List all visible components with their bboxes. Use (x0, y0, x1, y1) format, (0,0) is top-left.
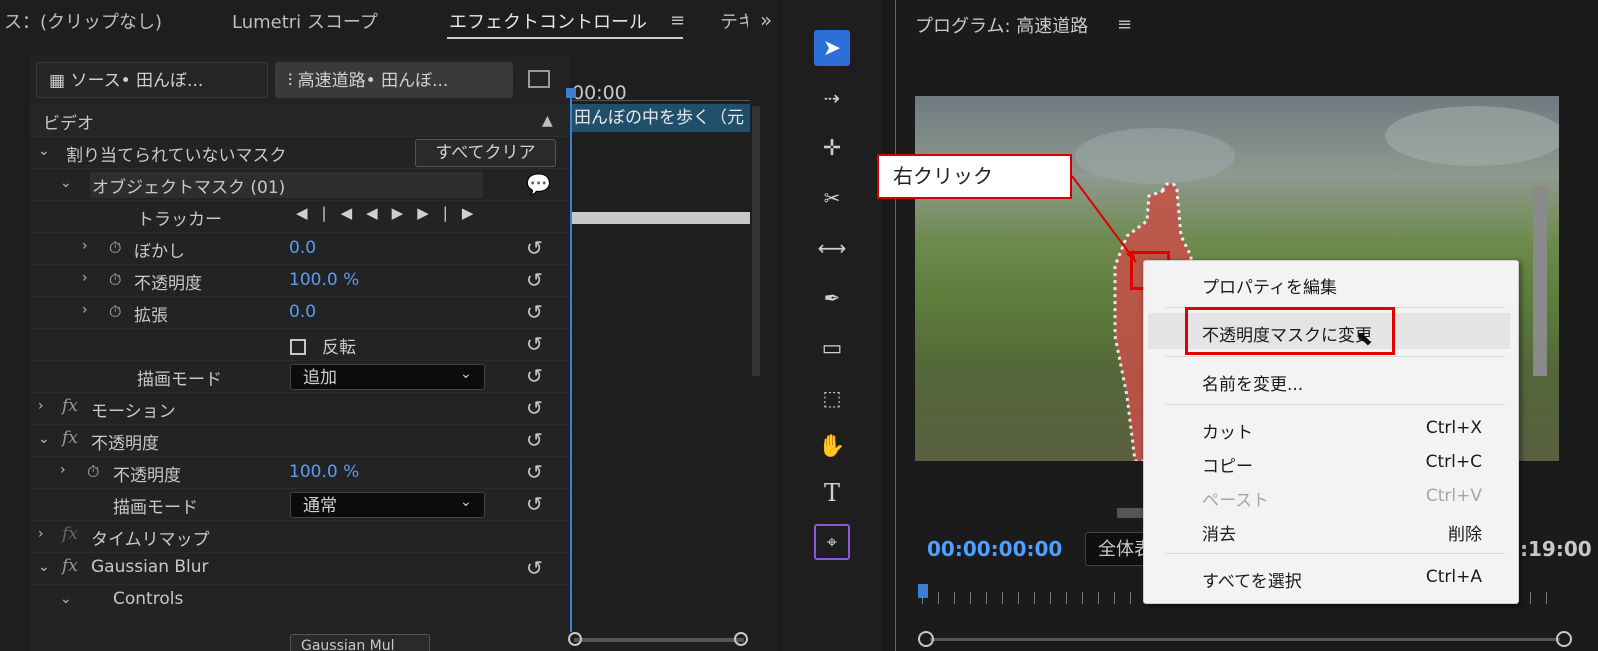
shortcut-select-all: Ctrl+A (1425, 567, 1482, 587)
shortcut-clear: 削除 (1448, 525, 1482, 545)
shortcut-paste: Ctrl+V (1425, 486, 1482, 506)
shortcut-copy: Ctrl+C (1425, 452, 1482, 472)
right-click-callout: 右クリック (877, 154, 1072, 199)
menu-item-copy[interactable]: コピー (1202, 452, 1253, 477)
menu-item-edit-properties[interactable]: プロパティを編集 (1202, 273, 1337, 298)
shortcut-cut: Ctrl+X (1425, 418, 1482, 438)
menu-separator (1165, 553, 1505, 554)
menu-item-select-all[interactable]: すべてを選択 (1202, 567, 1302, 592)
menu-separator (1165, 356, 1505, 357)
menu-item-rename[interactable]: 名前を変更... (1202, 370, 1303, 395)
menu-separator (1165, 404, 1505, 405)
menu-item-paste: ペースト (1202, 491, 1270, 511)
mouse-cursor-icon: ⬉ (1356, 326, 1373, 350)
menu-item-cut[interactable]: カット (1202, 418, 1253, 443)
menu-item-clear[interactable]: 消去 (1202, 520, 1236, 545)
